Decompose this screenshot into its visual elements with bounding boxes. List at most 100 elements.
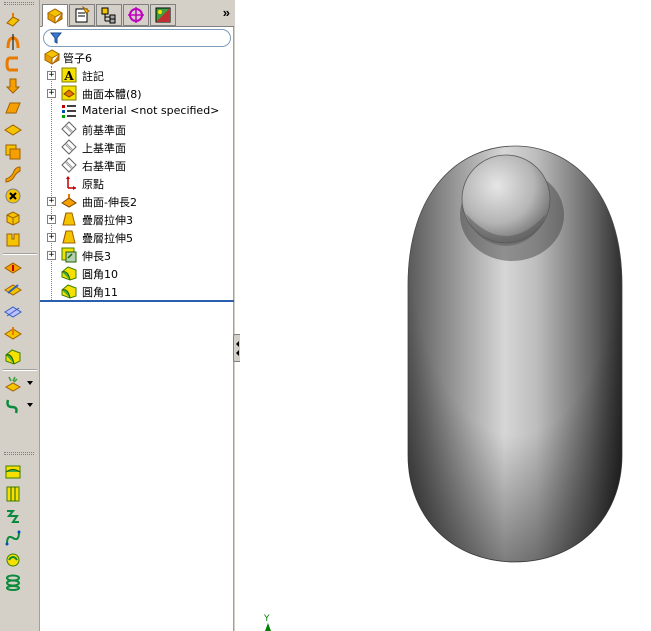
polyline-curve-icon — [6, 510, 19, 523]
tree-item-label: 前基準面 — [82, 124, 126, 137]
tree-item-extend-3[interactable]: + 伸長3 — [40, 246, 234, 264]
toolbar-grip[interactable] — [4, 452, 34, 455]
tree-item-label: 疊層拉伸5 — [82, 232, 133, 245]
offset-surface-button[interactable] — [3, 142, 23, 162]
delete-face-icon — [5, 188, 21, 204]
panel-tab-bar: » — [40, 0, 234, 27]
feature-filter-input[interactable] — [43, 29, 231, 47]
untrim-surface-icon — [4, 306, 22, 318]
fillet-icon — [61, 284, 77, 299]
rollback-bar[interactable] — [40, 300, 234, 302]
ruled-surface-button[interactable] — [3, 164, 23, 184]
tree-item-annotations[interactable]: + A 註記 — [40, 66, 234, 84]
extruded-surface-icon — [6, 13, 20, 27]
expand-toggle[interactable]: + — [47, 71, 56, 80]
curves-button[interactable] — [3, 396, 33, 416]
revolved-surface-button[interactable] — [3, 32, 23, 52]
tree-item-fillet-11[interactable]: 圓角11 — [40, 282, 234, 300]
move-face-icon — [4, 327, 22, 340]
lofted-surface-button[interactable] — [3, 76, 23, 96]
boundary-surface-button[interactable] — [3, 98, 23, 118]
swept-surface-button[interactable] — [3, 54, 23, 74]
trim-surface-icon — [4, 284, 22, 296]
tree-root-item[interactable]: 管子6 — [40, 48, 234, 66]
annotations-icon: A — [61, 67, 77, 83]
knit-surface-button[interactable] — [3, 230, 23, 250]
tab-dimxpert-manager[interactable] — [123, 4, 149, 26]
fill-surface-button[interactable] — [3, 208, 23, 228]
material-icon — [62, 105, 76, 118]
part-icon — [44, 49, 60, 65]
surface-bodies-icon — [61, 85, 77, 101]
tree-item-top-plane[interactable]: 上基準面 — [40, 138, 234, 156]
tree-item-label: Material <not specified> — [82, 104, 220, 117]
expand-toggle[interactable]: + — [47, 215, 56, 224]
dimxpert-icon — [128, 7, 144, 23]
tree-item-label: 伸長3 — [82, 250, 111, 263]
plane-icon — [61, 139, 77, 155]
reference-geometry-icon — [4, 376, 22, 392]
spline-curve-icon — [5, 530, 21, 546]
tree-item-front-plane[interactable]: 前基準面 — [40, 120, 234, 138]
tree-item-material[interactable]: Material <not specified> — [40, 102, 234, 120]
toolbar-group-top — [3, 8, 37, 417]
tree-item-label: 圓角10 — [82, 268, 118, 281]
planar-surface-button[interactable] — [3, 120, 23, 140]
expand-toggle[interactable]: + — [47, 89, 56, 98]
fillet-button[interactable] — [3, 346, 23, 366]
expand-toggle[interactable]: + — [47, 197, 56, 206]
spline-curve-button[interactable] — [3, 528, 23, 548]
feature-manager-panel: » 管子6 + A 註記 + 曲面本體(8) Material <not spe… — [40, 0, 234, 631]
projected-curve-button[interactable] — [3, 550, 23, 570]
model-render[interactable] — [240, 0, 651, 631]
extruded-surface-button[interactable] — [3, 10, 23, 30]
revolved-surface-icon — [6, 34, 20, 50]
tree-item-label: 原點 — [82, 178, 104, 191]
expand-toggle[interactable]: + — [47, 233, 56, 242]
expand-toggle[interactable]: + — [47, 251, 56, 260]
extend-tool-button[interactable] — [3, 484, 23, 504]
tab-display-manager[interactable] — [150, 4, 176, 26]
tab-configuration-manager[interactable] — [96, 4, 122, 26]
tree-item-origin[interactable]: 原點 — [40, 174, 234, 192]
plane-icon — [61, 157, 77, 173]
helix-curve-icon — [6, 574, 20, 591]
tab-property-manager[interactable] — [69, 4, 95, 26]
reference-geometry-button[interactable] — [3, 374, 33, 394]
plane-icon — [61, 121, 77, 137]
projected-curve-icon — [6, 553, 20, 567]
tree-item-surface-bodies[interactable]: + 曲面本體(8) — [40, 84, 234, 102]
polyline-curve-button[interactable] — [3, 506, 23, 526]
chevron-left-icon — [236, 349, 239, 356]
fillet-icon — [61, 266, 77, 281]
graphics-viewport[interactable]: Y — [240, 0, 651, 631]
untrim-surface-button[interactable] — [3, 302, 23, 322]
tree-item-fillet-10[interactable]: 圓角10 — [40, 264, 234, 282]
surface-tools-button[interactable] — [3, 462, 23, 482]
delete-face-button[interactable] — [3, 186, 23, 206]
move-face-button[interactable] — [3, 324, 23, 344]
extend-tool-icon — [6, 486, 20, 502]
toolbar-grip[interactable] — [4, 2, 34, 5]
triad-y-axis-icon — [265, 623, 271, 631]
dropdown-arrow-icon[interactable] — [27, 381, 33, 385]
surfaces-toolbar — [0, 0, 40, 631]
trim-surface-button[interactable] — [3, 280, 23, 300]
extend-surface-button[interactable] — [3, 258, 23, 278]
tree-item-surface-extrude-2[interactable]: + 曲面-伸長2 — [40, 192, 234, 210]
tree-item-loft-5[interactable]: + 疊層拉伸5 — [40, 228, 234, 246]
tree-item-right-plane[interactable]: 右基準面 — [40, 156, 234, 174]
dropdown-arrow-icon[interactable] — [27, 403, 33, 407]
tree-item-label: 右基準面 — [82, 160, 126, 173]
filter-icon — [50, 32, 62, 44]
lofted-surface-icon — [5, 78, 21, 94]
toolbar-group-bottom — [3, 460, 37, 593]
tree-item-label: 曲面-伸長2 — [82, 196, 137, 209]
helix-curve-button[interactable] — [3, 572, 23, 592]
tree-item-loft-3[interactable]: + 疊層拉伸3 — [40, 210, 234, 228]
more-tabs-button[interactable]: » — [223, 5, 230, 20]
knit-surface-icon — [6, 233, 20, 247]
fill-surface-icon — [6, 211, 20, 226]
tab-feature-manager[interactable] — [42, 4, 68, 27]
origin-icon — [66, 176, 76, 190]
